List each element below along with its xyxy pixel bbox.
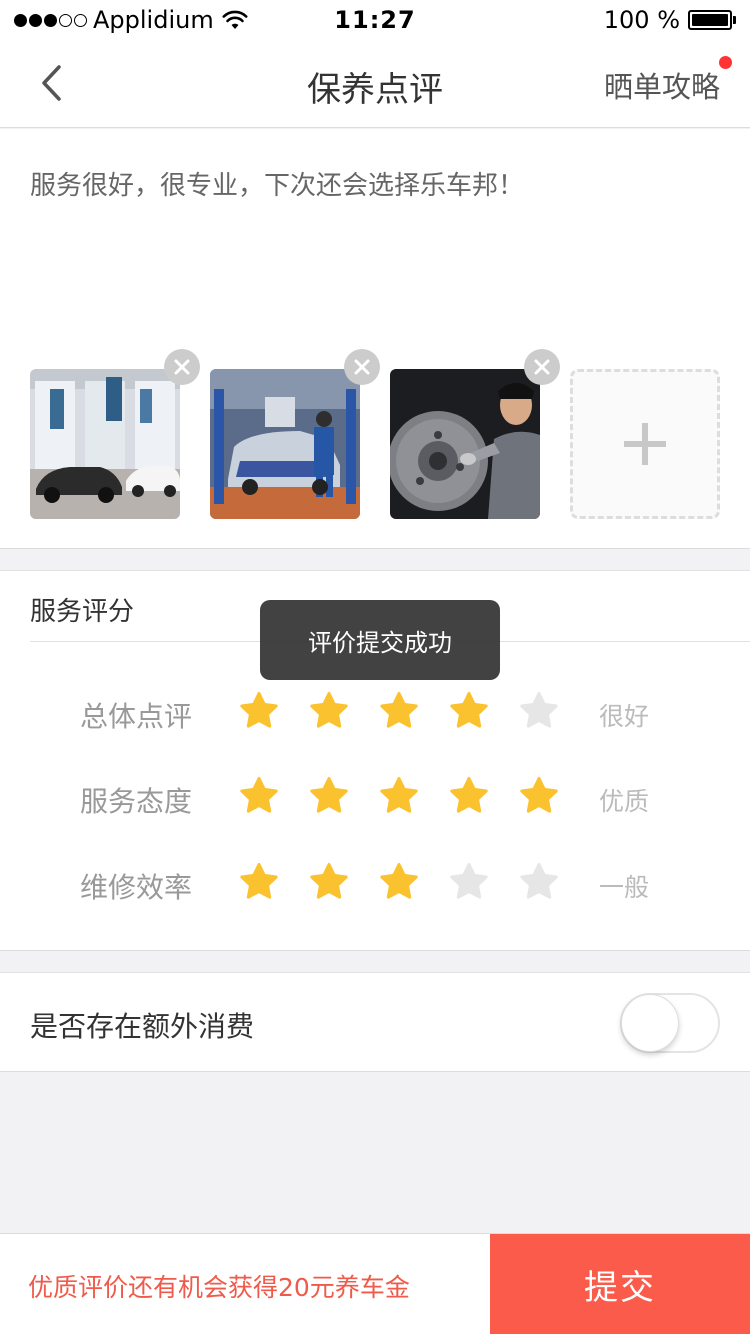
rating-label: 维修效率 [80,871,193,904]
toggle-knob [621,994,679,1052]
rating-row-attitude: 服务态度 优质 [80,772,680,822]
close-icon [354,359,370,375]
star-filled-icon[interactable] [448,691,490,733]
status-right: 100 % [604,6,736,34]
star-empty-icon[interactable] [518,691,560,733]
rating-row-overall: 总体点评 很好 [80,687,680,737]
star-empty-icon[interactable] [518,862,560,904]
status-bar: Applidium 11:27 100 % [0,0,750,40]
star-filled-icon[interactable] [238,862,280,904]
promo-text: 优质评价还有机会获得20元养车金 [28,1273,410,1302]
rating-label: 服务态度 [80,785,193,818]
review-photo[interactable] [210,349,380,519]
star-filled-icon[interactable] [308,776,350,818]
star-filled-icon[interactable] [378,776,420,818]
brake-disc-image [390,369,540,519]
star-filled-icon[interactable] [448,776,490,818]
close-icon [534,359,550,375]
review-text-input[interactable]: 服务很好，很专业，下次还会选择乐车邦！ [30,165,524,202]
rating-word: 优质 [599,787,650,816]
star-rating[interactable] [238,858,578,908]
star-filled-icon[interactable] [308,691,350,733]
rating-label: 总体点评 [80,700,193,733]
rating-word: 很好 [599,702,650,731]
star-filled-icon[interactable] [238,776,280,818]
showroom-image [30,369,180,519]
review-card: 服务很好，很专业，下次还会选择乐车邦！ [0,129,750,549]
add-photo-button[interactable] [570,369,720,519]
rating-word: 一般 [599,873,650,902]
review-photo[interactable] [390,349,560,519]
star-filled-icon[interactable] [518,776,560,818]
submit-button[interactable]: 提交 [490,1234,750,1334]
rating-row-efficiency: 维修效率 一般 [80,858,680,908]
remove-photo-button[interactable] [164,349,200,385]
remove-photo-button[interactable] [344,349,380,385]
battery-percentage: 100 % [603,6,680,34]
bottom-bar: 优质评价还有机会获得20元养车金 提交 [0,1233,750,1334]
battery-icon [688,10,736,30]
plus-icon [624,423,666,465]
extra-charge-toggle[interactable] [620,993,720,1053]
extra-charge-row: 是否存在额外消费 [0,972,750,1072]
workshop-image [210,369,360,519]
star-filled-icon[interactable] [308,862,350,904]
success-toast: 评价提交成功 [260,600,500,680]
share-guide-label: 晒单攻略 [603,70,720,104]
remove-photo-button[interactable] [524,349,560,385]
navigation-bar: 保养点评 晒单攻略 [0,40,750,128]
star-rating[interactable] [238,772,578,822]
close-icon [174,359,190,375]
review-photo[interactable] [30,349,200,519]
star-filled-icon[interactable] [238,691,280,733]
star-filled-icon[interactable] [378,691,420,733]
share-guide-button[interactable]: 晒单攻略 [603,56,732,106]
section-title: 服务评分 [30,597,135,627]
extra-charge-label: 是否存在额外消费 [30,1010,255,1043]
star-rating[interactable] [238,687,578,737]
notification-badge [719,56,732,69]
star-empty-icon[interactable] [448,862,490,904]
star-filled-icon[interactable] [378,862,420,904]
